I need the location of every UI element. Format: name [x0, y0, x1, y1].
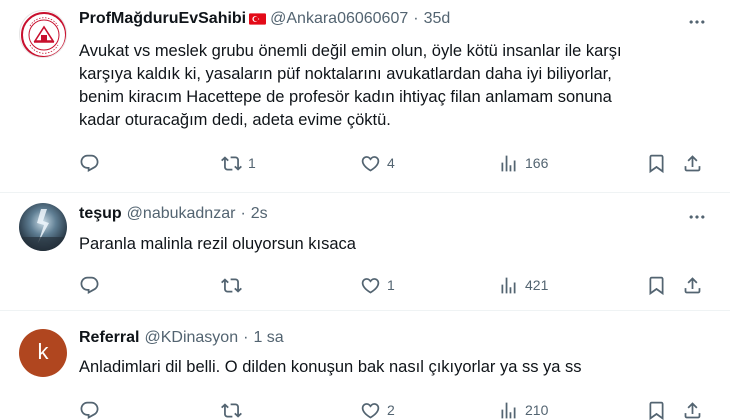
text-line: karşıya kaldık ki, yasaların püf noktala… [79, 65, 612, 83]
handle[interactable]: @Ankara06060607 [270, 10, 408, 28]
display-name[interactable]: ProfMağduruEvSahibi [79, 10, 246, 28]
bookmark-button[interactable] [646, 398, 667, 420]
handle[interactable]: @nabukadnzar [127, 205, 236, 223]
share-button[interactable] [682, 398, 703, 420]
bookmark-icon [646, 153, 667, 174]
reply-button[interactable] [79, 398, 106, 420]
views-button[interactable]: 421 [498, 273, 548, 297]
display-name[interactable]: Referral [79, 329, 139, 347]
views-button[interactable]: 210 [498, 398, 548, 420]
more-icon [687, 207, 707, 227]
handle[interactable]: @KDinasyon [144, 329, 238, 347]
retweet-icon [221, 400, 242, 420]
timestamp[interactable]: 35d [424, 10, 451, 28]
avatar[interactable] [19, 203, 67, 251]
tweet[interactable]: ProfMağduruEvSahibi @Ankara06060607 · 35… [0, 0, 730, 192]
like-button[interactable]: 2 [360, 398, 395, 420]
action-bar: 1 4 166 [79, 151, 709, 175]
like-count: 1 [387, 277, 395, 293]
views-count: 210 [525, 402, 549, 418]
retweet-count: 1 [248, 155, 256, 171]
reply-button[interactable] [79, 151, 106, 175]
text-line: Paranla malinla rezil oluyorsun kısaca [79, 235, 356, 253]
like-button[interactable]: 4 [360, 151, 395, 175]
bookmark-button[interactable] [646, 151, 667, 175]
more-icon [687, 12, 707, 32]
text-line: Avukat vs meslek grubu önemli değil emin… [79, 42, 622, 60]
reply-button[interactable] [79, 273, 106, 297]
timestamp[interactable]: 1 sa [253, 329, 283, 347]
text-line: benim kiracım Hacettepe de profesör kadı… [79, 88, 612, 106]
lightning-avatar-icon [19, 203, 67, 251]
reply-icon [79, 153, 100, 174]
like-icon [360, 400, 381, 420]
action-bar: 2 210 [79, 398, 709, 420]
timestamp[interactable]: 2s [251, 205, 268, 223]
retweet-button[interactable]: 1 [221, 151, 256, 175]
tweet[interactable]: teşup @nabukadnzar · 2s Paranla malinla … [0, 193, 730, 309]
ev-sahipleri-logo-icon [21, 12, 66, 57]
like-icon [360, 153, 381, 174]
more-button[interactable] [686, 207, 708, 227]
reply-icon [79, 275, 100, 296]
views-icon [498, 275, 519, 296]
separator: · [240, 205, 246, 222]
retweet-button[interactable] [221, 273, 248, 297]
separator: · [243, 329, 249, 346]
bookmark-icon [646, 400, 667, 420]
text-line: Anladimlari dil belli. O dilden konuşun … [79, 358, 582, 376]
display-name[interactable]: teşup [79, 205, 122, 223]
like-count: 4 [387, 155, 395, 171]
retweet-button[interactable] [221, 398, 248, 420]
like-icon [360, 275, 381, 296]
views-count: 166 [525, 155, 549, 171]
tweet-text: Paranla malinla rezil oluyorsun kısaca [79, 233, 709, 256]
tweet-header: ProfMağduruEvSahibi @Ankara06060607 · 35… [79, 10, 450, 28]
reply-icon [79, 400, 100, 420]
avatar-letter: k [37, 339, 49, 364]
text-line: kadar oturacağım dedi, adeta evime çöktü… [79, 111, 391, 129]
turkish-flag-icon [249, 13, 267, 25]
avatar[interactable]: k [19, 329, 67, 377]
bookmark-icon [646, 275, 667, 296]
action-bar: 1 421 [79, 273, 709, 297]
retweet-icon [221, 275, 242, 296]
like-count: 2 [387, 402, 395, 418]
share-icon [682, 153, 703, 174]
views-icon [498, 153, 519, 174]
tweet-text: Avukat vs meslek grubu önemli değil emin… [79, 40, 709, 132]
tweet-text: Anladimlari dil belli. O dilden konuşun … [79, 356, 709, 379]
tweet[interactable]: k Referral @KDinasyon · 1 sa Anladimlari… [0, 311, 730, 420]
share-button[interactable] [682, 151, 703, 175]
share-icon [682, 275, 703, 296]
retweet-icon [221, 153, 242, 174]
bookmark-button[interactable] [646, 273, 667, 297]
tweet-header: teşup @nabukadnzar · 2s [79, 205, 268, 223]
more-button[interactable] [686, 12, 708, 32]
views-count: 421 [525, 277, 549, 293]
views-icon [498, 400, 519, 420]
share-icon [682, 400, 703, 420]
separator: · [413, 10, 419, 27]
share-button[interactable] [682, 273, 703, 297]
avatar[interactable] [19, 10, 67, 58]
views-button[interactable]: 166 [498, 151, 548, 175]
tweet-header: Referral @KDinasyon · 1 sa [79, 329, 284, 347]
like-button[interactable]: 1 [360, 273, 395, 297]
